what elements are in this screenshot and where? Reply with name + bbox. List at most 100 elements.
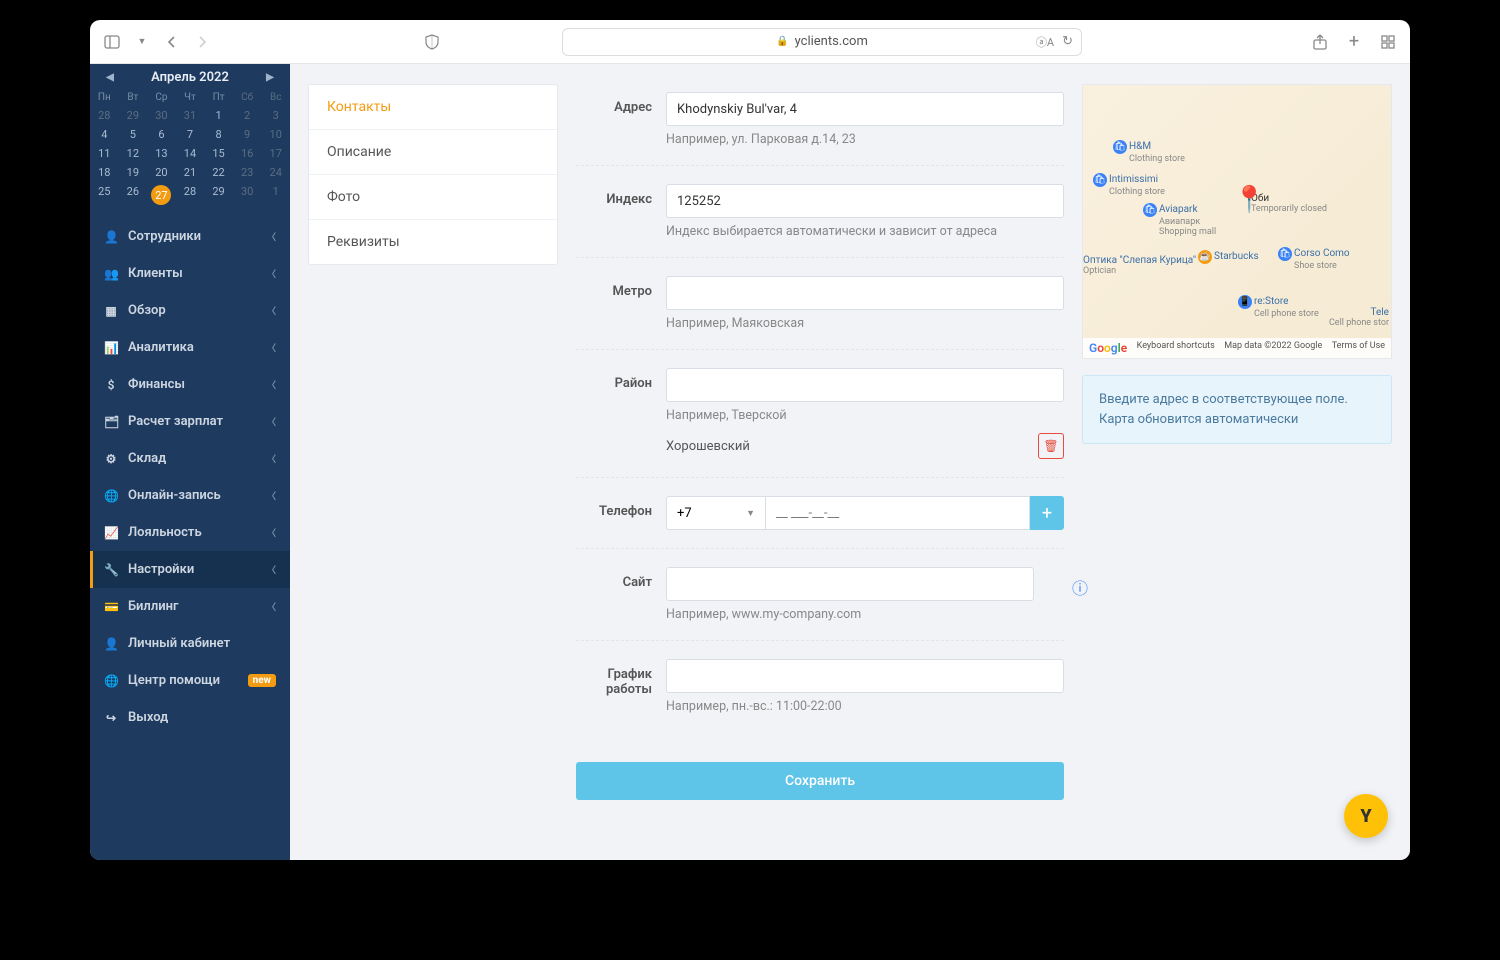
gear-icon: ⚙ xyxy=(104,452,118,466)
calendar-title: Апрель 2022 xyxy=(151,70,229,85)
nav-item-11[interactable]: 👤Личный кабинет xyxy=(90,625,290,662)
url-bar[interactable]: 🔒 yclients.com ⓐA ↻ xyxy=(562,28,1082,56)
shield-icon[interactable] xyxy=(424,34,440,50)
url-text: yclients.com xyxy=(795,34,868,49)
nav-item-13[interactable]: ↪Выход xyxy=(90,699,290,736)
tabs-grid-icon[interactable] xyxy=(1380,34,1396,50)
nav-item-0[interactable]: 👤Сотрудники〈 xyxy=(90,218,290,255)
forward-icon[interactable] xyxy=(194,34,210,50)
chevron-left-icon: 〈 xyxy=(267,267,276,280)
metro-hint: Например, Маяковская xyxy=(666,316,1064,331)
tab-2[interactable]: Фото xyxy=(309,175,557,220)
nav-item-10[interactable]: 💳Биллинг〈 xyxy=(90,588,290,625)
phone-label: Телефон xyxy=(576,496,666,530)
tab-1[interactable]: Описание xyxy=(309,130,557,175)
credit-icon: 💳 xyxy=(104,600,118,614)
district-hint: Например, Тверской xyxy=(666,408,1064,423)
district-input[interactable] xyxy=(666,368,1064,402)
map-marker-icon: 📍 xyxy=(1233,185,1265,215)
map-preview[interactable]: 🛍H&MClothing store 🛍IntimissimiClothing … xyxy=(1082,84,1392,359)
calendar-widget: ◀ Апрель 2022 ▶ Пн Вт Ср Чт Пт Сб Вс 282… xyxy=(90,64,290,218)
chevron-left-icon: 〈 xyxy=(267,452,276,465)
cal-prev-icon[interactable]: ◀ xyxy=(100,72,120,83)
users-icon: 👥 xyxy=(104,267,118,281)
chevron-left-icon: 〈 xyxy=(267,341,276,354)
nav-item-8[interactable]: 📈Лояльность〈 xyxy=(90,514,290,551)
phone-prefix-select[interactable]: +7 ▼ xyxy=(666,496,766,530)
address-input[interactable] xyxy=(666,92,1064,126)
nav-item-1[interactable]: 👥Клиенты〈 xyxy=(90,255,290,292)
save-button[interactable]: Сохранить xyxy=(576,762,1064,800)
grid-icon: ▦ xyxy=(104,304,118,318)
info-icon[interactable]: ⓘ xyxy=(1072,575,1088,599)
index-hint: Индекс выбирается автоматически и зависи… xyxy=(666,224,1064,239)
add-phone-button[interactable]: + xyxy=(1030,496,1064,530)
tab-3[interactable]: Реквизиты xyxy=(309,220,557,264)
translate-icon[interactable]: ⓐA xyxy=(1036,34,1054,50)
chevron-left-icon: 〈 xyxy=(267,230,276,243)
nav-item-5[interactable]: 🗂Расчет зарплат〈 xyxy=(90,403,290,440)
district-label: Район xyxy=(576,368,666,459)
browser-titlebar: ▼ 🔒 yclients.com ⓐA ↻ + xyxy=(90,20,1410,64)
chart-icon: 📊 xyxy=(104,341,118,355)
nav-item-2[interactable]: ▦Обзор〈 xyxy=(90,292,290,329)
trend-icon: 📈 xyxy=(104,526,118,540)
nav-menu: 👤Сотрудники〈👥Клиенты〈▦Обзор〈📊Аналитика〈$… xyxy=(90,218,290,860)
address-label: Адрес xyxy=(576,92,666,147)
site-hint: Например, www.my-company.com xyxy=(666,607,1064,622)
chevron-down-icon: ▼ xyxy=(746,508,755,519)
tab-0[interactable]: Контакты xyxy=(309,85,557,130)
main-content: КонтактыОписаниеФотоРеквизиты Адрес Напр… xyxy=(290,64,1410,860)
chevron-left-icon: 〈 xyxy=(267,304,276,317)
google-logo: Google xyxy=(1089,341,1127,355)
district-tag: Хорошевский xyxy=(666,439,750,454)
schedule-label: График работы xyxy=(576,659,666,714)
chevron-left-icon: 〈 xyxy=(267,378,276,391)
nav-item-6[interactable]: ⚙Склад〈 xyxy=(90,440,290,477)
metro-input[interactable] xyxy=(666,276,1064,310)
index-label: Индекс xyxy=(576,184,666,239)
site-input[interactable] xyxy=(666,567,1034,601)
exit-icon: ↪ xyxy=(104,711,118,725)
contacts-form: Адрес Например, ул. Парковая д.14, 23 Ин… xyxy=(576,84,1064,800)
nav-item-3[interactable]: 📊Аналитика〈 xyxy=(90,329,290,366)
new-tab-icon[interactable]: + xyxy=(1346,34,1362,50)
cal-next-icon[interactable]: ▶ xyxy=(260,72,280,83)
chevron-left-icon: 〈 xyxy=(267,526,276,539)
globe-icon: 🌐 xyxy=(104,674,118,688)
dollar-icon: $ xyxy=(104,378,118,392)
map-hint: Введите адрес в соответствующее поле. Ка… xyxy=(1082,375,1392,444)
schedule-hint: Например, пн.-вс.: 11:00-22:00 xyxy=(666,699,1064,714)
back-icon[interactable] xyxy=(164,34,180,50)
reload-icon[interactable]: ↻ xyxy=(1062,34,1073,50)
metro-label: Метро xyxy=(576,276,666,331)
map-attribution: Google Keyboard shortcuts Map data ©2022… xyxy=(1083,338,1391,358)
nav-item-12[interactable]: 🌐Центр помощиnew xyxy=(90,662,290,699)
lock-icon: 🔒 xyxy=(776,36,788,47)
user-icon: 👤 xyxy=(104,230,118,244)
card-icon: 🗂 xyxy=(104,415,118,429)
calendar-today[interactable]: 27 xyxy=(147,182,176,208)
person-icon: 👤 xyxy=(104,637,118,651)
wrench-icon: 🔧 xyxy=(104,563,118,577)
settings-tabs: КонтактыОписаниеФотоРеквизиты xyxy=(308,84,558,265)
nav-item-4[interactable]: $Финансы〈 xyxy=(90,366,290,403)
chevron-down-icon[interactable]: ▼ xyxy=(134,34,150,50)
chevron-left-icon: 〈 xyxy=(267,563,276,576)
schedule-input[interactable] xyxy=(666,659,1064,693)
globe-icon: 🌐 xyxy=(104,489,118,503)
share-icon[interactable] xyxy=(1312,34,1328,50)
chevron-left-icon: 〈 xyxy=(267,600,276,613)
delete-district-button[interactable]: 🗑 xyxy=(1038,433,1064,459)
chevron-left-icon: 〈 xyxy=(267,415,276,428)
sidebar-toggle-icon[interactable] xyxy=(104,34,120,50)
site-label: Сайт xyxy=(576,567,666,622)
calendar-grid: Пн Вт Ср Чт Пт Сб Вс 28293031123 4567891… xyxy=(90,89,290,208)
phone-input[interactable] xyxy=(766,496,1030,530)
help-fab[interactable]: Y xyxy=(1344,794,1388,838)
address-hint: Например, ул. Парковая д.14, 23 xyxy=(666,132,1064,147)
index-input[interactable] xyxy=(666,184,1064,218)
nav-item-7[interactable]: 🌐Онлайн-запись〈 xyxy=(90,477,290,514)
nav-item-9[interactable]: 🔧Настройки〈 xyxy=(90,551,290,588)
sidebar: ◀ Апрель 2022 ▶ Пн Вт Ср Чт Пт Сб Вс 282… xyxy=(90,64,290,860)
